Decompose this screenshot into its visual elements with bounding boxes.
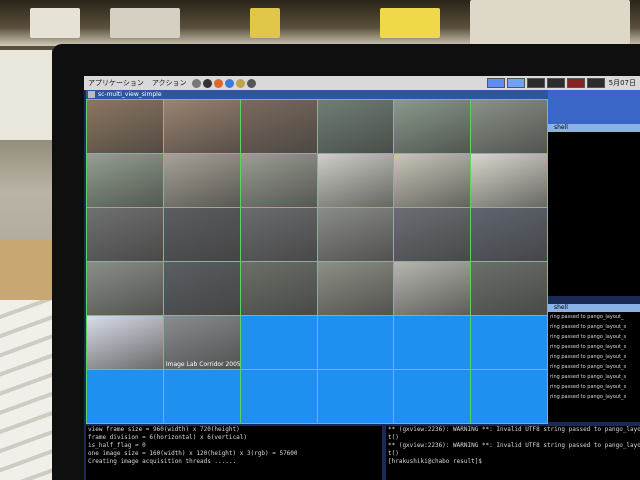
gear-icon[interactable] (191, 78, 201, 88)
empty-camera-cell[interactable] (163, 370, 240, 423)
output-line: ** (gxview:2236): WARNING **: Invalid UT… (388, 426, 640, 433)
output-line: one image size = 160(width) x 120(height… (88, 450, 298, 457)
monitor-screen: アプリケーション アクション 5月07日 sc-multi_view_simpl… (84, 76, 640, 480)
output-line: t() (388, 450, 399, 457)
shell-window-top[interactable]: shell (548, 124, 640, 296)
workspace-6[interactable] (586, 78, 605, 88)
workspace-4[interactable] (546, 78, 565, 88)
camera-feed-cell[interactable] (317, 262, 394, 315)
camera-feed-cell[interactable] (240, 154, 317, 207)
camera-feed-cell[interactable] (163, 262, 240, 315)
camera-feed-cell[interactable] (240, 262, 317, 315)
output-line: Creating image acquisition threads .....… (88, 458, 237, 465)
shell-title: shell (548, 304, 640, 312)
camera-window-titlebar[interactable]: sc-multi_view_simple (86, 90, 548, 99)
shelf-box (380, 8, 440, 38)
camera-feed-cell[interactable] (317, 154, 394, 207)
top-panel: アプリケーション アクション 5月07日 (84, 76, 640, 90)
camera-feed-cell[interactable] (87, 208, 163, 261)
shell-output: ring passed to pango_layout_ring passed … (548, 312, 640, 402)
workspace-5[interactable] (566, 78, 585, 88)
camera-feed-cell[interactable] (87, 316, 163, 369)
shelf (0, 0, 640, 46)
output-line: view frame size = 960(width) x 720(heigh… (88, 426, 240, 433)
camera-feed-cell[interactable] (240, 208, 317, 261)
output-line: ring passed to pango_layout_s (550, 384, 627, 390)
workspace-1[interactable] (486, 78, 505, 88)
desktop-strip (548, 90, 640, 124)
output-line: ring passed to pango_layout_s (550, 394, 627, 400)
camera-feed-cell[interactable] (394, 100, 471, 153)
wall-paper (0, 50, 52, 140)
output-line: ring passed to pango_layout_s (550, 334, 627, 340)
camera-feed-cell[interactable] (471, 262, 547, 315)
output-line: [hrakushiki@chabo result]$ (388, 458, 482, 465)
camera-feed-cell[interactable] (394, 154, 471, 207)
edit-icon[interactable] (246, 78, 256, 88)
camera-feed-cell[interactable]: Image Lab Corridor 2005.5 (163, 316, 240, 369)
terminal-left-output: view frame size = 960(width) x 720(heigh… (86, 426, 382, 466)
panel-clock[interactable]: 5月07日 (605, 78, 640, 88)
shelf-box (250, 8, 280, 38)
workspace-2[interactable] (506, 78, 525, 88)
output-line: ** (gxview:2236): WARNING **: Invalid UT… (388, 442, 640, 449)
empty-camera-cell[interactable] (87, 370, 163, 423)
camera-feed-cell[interactable] (471, 154, 547, 207)
terminal-right-output: ** (gxview:2236): WARNING **: Invalid UT… (386, 426, 640, 466)
shell-title: shell (548, 124, 640, 132)
empty-camera-cell[interactable] (317, 370, 394, 423)
camera-feed-cell[interactable] (87, 154, 163, 207)
applications-menu[interactable]: アプリケーション (84, 78, 148, 88)
empty-camera-cell[interactable] (317, 316, 394, 369)
empty-camera-cell[interactable] (394, 316, 471, 369)
camera-feed-cell[interactable] (317, 100, 394, 153)
shelf-box (110, 8, 180, 38)
actions-menu[interactable]: アクション (148, 78, 191, 88)
camera-feed-cell[interactable] (87, 262, 163, 315)
terminal-left[interactable]: view frame size = 960(width) x 720(heigh… (86, 426, 382, 480)
camera-viewer-window[interactable]: sc-multi_view_simple Image Lab Corridor … (86, 90, 548, 424)
window-menu-icon[interactable] (88, 91, 95, 98)
output-line: is_half_flag = 0 (88, 442, 146, 449)
camera-feed-cell[interactable] (317, 208, 394, 261)
output-line: ring passed to pango_layout_s (550, 354, 627, 360)
workspace-3[interactable] (526, 78, 545, 88)
camera-feed-label: Image Lab Corridor 2005.5 (165, 361, 240, 368)
camera-feed-cell[interactable] (240, 100, 317, 153)
panel-right: 5月07日 (485, 76, 640, 90)
camera-feed-cell[interactable] (471, 100, 547, 153)
camera-feed-cell[interactable] (87, 100, 163, 153)
camera-feed-cell[interactable] (163, 208, 240, 261)
camera-feed-cell[interactable] (163, 154, 240, 207)
cabinet (470, 0, 630, 44)
output-line: ring passed to pango_layout_s (550, 344, 627, 350)
camera-feed-cell[interactable] (394, 208, 471, 261)
camera-feed-cell[interactable] (163, 100, 240, 153)
camera-grid: Image Lab Corridor 2005.5 (86, 99, 548, 424)
empty-camera-cell[interactable] (471, 370, 547, 423)
output-line: t() (388, 434, 399, 441)
empty-camera-cell[interactable] (394, 370, 471, 423)
camera-feed-cell[interactable] (471, 208, 547, 261)
output-line: ring passed to pango_layout_s (550, 324, 627, 330)
empty-camera-cell[interactable] (240, 316, 317, 369)
paper-rolls (0, 300, 55, 480)
output-line: ring passed to pango_layout_s (550, 364, 627, 370)
camera-feed-cell[interactable] (394, 262, 471, 315)
shell-window-bottom[interactable]: shell ring passed to pango_layout_ ring p… (548, 304, 640, 422)
firefox-icon[interactable] (213, 78, 223, 88)
empty-camera-cell[interactable] (471, 316, 547, 369)
shelf-box (30, 8, 80, 38)
terminal-icon[interactable] (202, 78, 212, 88)
output-line: ring passed to pango_layout_ (550, 314, 624, 320)
mail-icon[interactable] (235, 78, 245, 88)
terminal-right[interactable]: ** (gxview:2236): WARNING **: Invalid UT… (386, 426, 640, 480)
empty-camera-cell[interactable] (240, 370, 317, 423)
output-line: frame division = 6(horizontal) x 6(verti… (88, 434, 247, 441)
camera-window-title: sc-multi_view_simple (98, 91, 162, 98)
output-line: ring passed to pango_layout_s (550, 374, 627, 380)
web-icon[interactable] (224, 78, 234, 88)
